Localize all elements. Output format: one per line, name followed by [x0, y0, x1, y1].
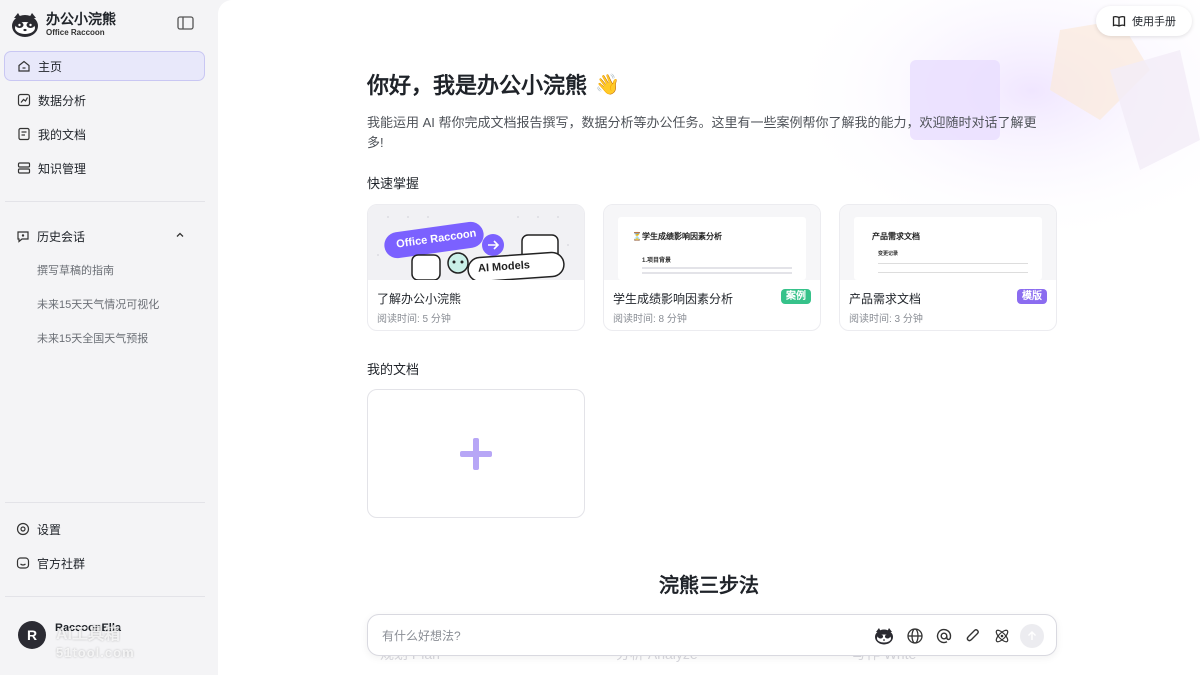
history-title: 历史会话	[37, 229, 86, 244]
greeting-title: 你好，我是办公小浣熊 👋	[367, 68, 620, 100]
quick-start-title: 快速掌握	[367, 176, 420, 191]
card-meta: 阅读时间: 3 分钟	[849, 314, 923, 325]
case-badge: 案例	[781, 289, 811, 304]
greeting-text: 你好，我是办公小浣熊	[367, 73, 588, 98]
database-icon	[17, 162, 31, 174]
settings-label: 设置	[37, 522, 62, 537]
nav-item-data-analysis[interactable]: 数据分析	[4, 85, 205, 115]
paperclip-icon[interactable]	[963, 626, 983, 646]
sidebar-divider	[5, 596, 205, 597]
nav-item-label: 数据分析	[38, 93, 87, 108]
card-title: 学生成绩影响因素分析	[613, 292, 734, 306]
chevron-up-icon[interactable]	[174, 229, 186, 241]
main-panel: 使用手册 你好，我是办公小浣熊 👋 我能运用 AI 帮你完成文档报告撰写，数据分…	[218, 0, 1200, 675]
community-label: 官方社群	[37, 556, 86, 571]
brand-name: 办公小浣熊	[46, 10, 116, 27]
doc-preview-heading: 产品需求文档	[872, 232, 920, 241]
plus-icon	[460, 437, 492, 470]
globe-icon[interactable]	[905, 626, 925, 646]
sidebar-divider	[5, 502, 205, 503]
raccoon-assistant-icon[interactable]	[874, 626, 894, 646]
user-manual-button[interactable]: 使用手册	[1096, 6, 1192, 36]
card-meta: 阅读时间: 5 分钟	[377, 314, 451, 325]
chat-history-icon	[17, 231, 29, 243]
card-thumbnail: ⏳学生成绩影响因素分析 1.项目背景	[604, 205, 820, 280]
arrow-up-icon	[1028, 631, 1036, 640]
chat-input-bar	[367, 614, 1057, 656]
doc-preview-heading: ⏳学生成绩影响因素分析	[632, 232, 722, 241]
quick-card-student-analysis[interactable]: ⏳学生成绩影响因素分析 1.项目背景 学生成绩影响因素分析 案例 阅读时间: 8…	[603, 204, 821, 331]
doc-preview: ⏳学生成绩影响因素分析 1.项目背景	[618, 217, 806, 280]
history-item[interactable]: 未来15天全国天气预报	[37, 330, 159, 364]
nav-item-knowledge[interactable]: 知识管理	[4, 153, 205, 183]
doc-preview-line	[642, 272, 792, 274]
card-title: 了解办公小浣熊	[377, 292, 462, 306]
nav-item-my-documents[interactable]: 我的文档	[4, 119, 205, 149]
send-button[interactable]	[1020, 624, 1044, 648]
doc-preview-table	[878, 263, 1028, 273]
card-thumbnail: 产品需求文档 变更记录	[840, 205, 1056, 280]
home-icon	[18, 60, 30, 72]
watermark: AI工具箱 51tool.com	[56, 626, 135, 662]
bottom-nav: 设置 官方社群	[16, 519, 85, 587]
history-list: 撰写草稿的指南 未来15天天气情况可视化 未来15天全国天气预报	[37, 262, 159, 364]
steps-title: 浣熊三步法	[659, 575, 759, 597]
user-manual-label: 使用手册	[1132, 16, 1176, 28]
my-docs-title: 我的文档	[367, 362, 420, 377]
settings-item[interactable]: 设置	[16, 519, 85, 539]
doc-preview: 产品需求文档 变更记录	[854, 217, 1042, 280]
avatar: R	[18, 621, 46, 649]
card-thumbnail: Office Raccoon AI Models	[368, 205, 584, 283]
chat-input[interactable]	[382, 626, 862, 646]
mention-icon[interactable]	[934, 626, 954, 646]
history-item[interactable]: 未来15天天气情况可视化	[37, 296, 159, 330]
doc-preview-subheading: 1.项目背景	[642, 258, 672, 264]
book-icon	[1112, 15, 1126, 27]
quick-card-intro[interactable]: Office Raccoon AI Models 了解办公小浣熊 阅读时间: 5…	[367, 204, 585, 331]
atom-icon[interactable]	[992, 626, 1012, 646]
nav-item-label: 我的文档	[38, 127, 87, 142]
quick-card-product-doc[interactable]: 产品需求文档 变更记录 产品需求文档 模版 阅读时间: 3 分钟	[839, 204, 1057, 331]
doc-preview-subheading: 变更记录	[878, 251, 899, 257]
nav-item-home[interactable]: 主页	[4, 51, 205, 81]
card-meta: 阅读时间: 8 分钟	[613, 314, 687, 325]
settings-icon	[16, 522, 30, 536]
doc-preview-line	[642, 267, 792, 269]
sidebar-divider	[5, 201, 205, 202]
history-item[interactable]: 撰写草稿的指南	[37, 262, 159, 296]
community-item[interactable]: 官方社群	[16, 553, 85, 573]
card-title: 产品需求文档	[849, 292, 922, 306]
community-icon	[16, 557, 30, 569]
raccoon-logo-icon	[12, 13, 38, 37]
intro-text: 我能运用 AI 帮你完成文档报告撰写，数据分析等办公任务。这里有一些案例帮你了解…	[367, 115, 1037, 150]
history-header[interactable]: 历史会话	[16, 226, 186, 246]
brand-subtitle: Office Raccoon	[46, 27, 105, 37]
wave-icon: 👋	[595, 73, 620, 96]
sidebar: 办公小浣熊 Office Raccoon 主页 数据分析 我的文档 知识管理 历…	[0, 0, 218, 675]
document-icon	[18, 127, 30, 141]
nav-item-label: 主页	[38, 59, 63, 74]
watermark-line2: 51tool.com	[56, 645, 135, 660]
brand[interactable]: 办公小浣熊 Office Raccoon	[10, 9, 116, 39]
chart-icon	[17, 93, 31, 107]
nav-item-label: 知识管理	[38, 161, 87, 176]
watermark-line1: AI工具箱	[56, 626, 121, 643]
sidebar-toggle-icon[interactable]	[176, 14, 196, 32]
add-document-button[interactable]	[367, 389, 585, 518]
main-nav: 主页 数据分析 我的文档 知识管理	[4, 51, 205, 187]
template-badge: 模版	[1017, 289, 1047, 304]
